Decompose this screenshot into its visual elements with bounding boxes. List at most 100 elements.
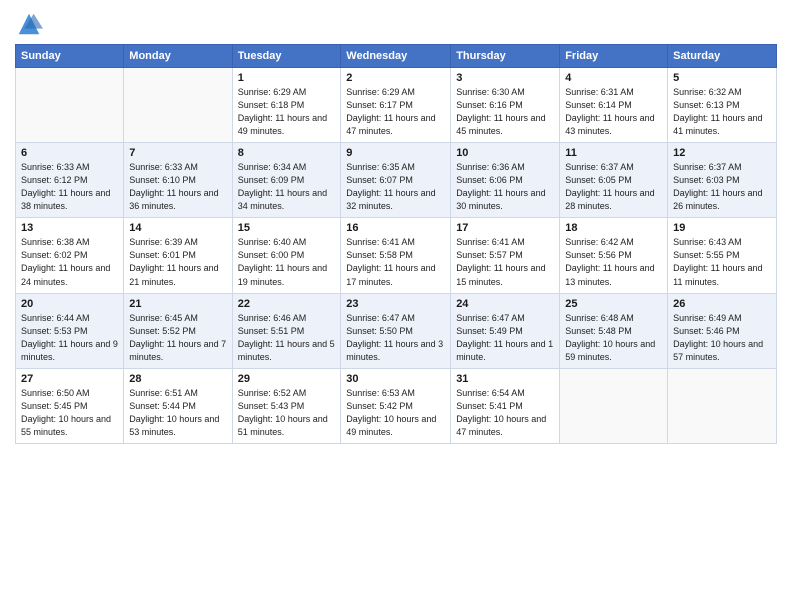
calendar-cell: 22 Sunrise: 6:46 AM Sunset: 5:51 PM Dayli…: [232, 293, 341, 368]
weekday-header-wednesday: Wednesday: [341, 45, 451, 68]
calendar-cell: 2Sunrise: 6:29 AM Sunset: 6:17 PM Daylig…: [341, 68, 451, 143]
day-number: 25: [565, 298, 662, 310]
day-number: 30: [346, 373, 445, 385]
calendar-cell: [668, 368, 777, 443]
day-detail: Sunrise: 6:37 AM Sunset: 6:05 PM Dayligh…: [565, 161, 662, 213]
calendar-cell: 29 Sunrise: 6:52 AM Sunset: 5:43 PM Dayli…: [232, 368, 341, 443]
day-number: 21: [129, 298, 226, 310]
calendar-cell: [560, 368, 668, 443]
day-detail: Sunrise: 6:42 AM Sunset: 5:56 PM Dayligh…: [565, 236, 662, 288]
calendar-cell: 31Sunrise: 6:54 AM Sunset: 5:41 PM Dayli…: [451, 368, 560, 443]
day-detail: Sunrise: 6:50 AM Sunset: 5:45 PM Dayligh…: [21, 387, 118, 439]
calendar-cell: 14Sunrise: 6:39 AM Sunset: 6:01 PM Dayli…: [124, 218, 232, 293]
day-detail: Sunrise: 6:44 AM Sunset: 5:53 PM Dayligh…: [21, 312, 118, 364]
day-number: 1: [238, 72, 336, 84]
day-number: 3: [456, 72, 554, 84]
calendar-week-3: 13Sunrise: 6:38 AM Sunset: 6:02 PM Dayli…: [16, 218, 777, 293]
calendar-cell: 10Sunrise: 6:36 AM Sunset: 6:06 PM Dayli…: [451, 143, 560, 218]
calendar-cell: 21 Sunrise: 6:45 AM Sunset: 5:52 PM Dayli…: [124, 293, 232, 368]
day-number: 14: [129, 222, 226, 234]
calendar-week-5: 27 Sunrise: 6:50 AM Sunset: 5:45 PM Dayli…: [16, 368, 777, 443]
day-number: 6: [21, 147, 118, 159]
day-number: 26: [673, 298, 771, 310]
calendar-cell: 7 Sunrise: 6:33 AM Sunset: 6:10 PM Daylig…: [124, 143, 232, 218]
calendar-cell: 6 Sunrise: 6:33 AM Sunset: 6:12 PM Daylig…: [16, 143, 124, 218]
calendar-cell: 3Sunrise: 6:30 AM Sunset: 6:16 PM Daylig…: [451, 68, 560, 143]
calendar-cell: 11 Sunrise: 6:37 AM Sunset: 6:05 PM Dayli…: [560, 143, 668, 218]
day-detail: Sunrise: 6:46 AM Sunset: 5:51 PM Dayligh…: [238, 312, 336, 364]
calendar-cell: 19 Sunrise: 6:43 AM Sunset: 5:55 PM Dayli…: [668, 218, 777, 293]
day-number: 24: [456, 298, 554, 310]
day-number: 12: [673, 147, 771, 159]
day-number: 15: [238, 222, 336, 234]
day-detail: Sunrise: 6:41 AM Sunset: 5:58 PM Dayligh…: [346, 236, 445, 288]
weekday-header-thursday: Thursday: [451, 45, 560, 68]
calendar-cell: 8 Sunrise: 6:34 AM Sunset: 6:09 PM Daylig…: [232, 143, 341, 218]
weekday-header-saturday: Saturday: [668, 45, 777, 68]
day-number: 18: [565, 222, 662, 234]
day-detail: Sunrise: 6:35 AM Sunset: 6:07 PM Dayligh…: [346, 161, 445, 213]
day-detail: Sunrise: 6:51 AM Sunset: 5:44 PM Dayligh…: [129, 387, 226, 439]
calendar-cell: 25 Sunrise: 6:48 AM Sunset: 5:48 PM Dayli…: [560, 293, 668, 368]
calendar-cell: 16Sunrise: 6:41 AM Sunset: 5:58 PM Dayli…: [341, 218, 451, 293]
calendar-cell: 13Sunrise: 6:38 AM Sunset: 6:02 PM Dayli…: [16, 218, 124, 293]
calendar-body: 1Sunrise: 6:29 AM Sunset: 6:18 PM Daylig…: [16, 68, 777, 444]
day-detail: Sunrise: 6:41 AM Sunset: 5:57 PM Dayligh…: [456, 236, 554, 288]
logo: [15, 10, 47, 38]
calendar-cell: 24 Sunrise: 6:47 AM Sunset: 5:49 PM Dayli…: [451, 293, 560, 368]
header: [15, 10, 777, 38]
day-detail: Sunrise: 6:54 AM Sunset: 5:41 PM Dayligh…: [456, 387, 554, 439]
day-number: 29: [238, 373, 336, 385]
calendar-cell: 17 Sunrise: 6:41 AM Sunset: 5:57 PM Dayli…: [451, 218, 560, 293]
day-detail: Sunrise: 6:31 AM Sunset: 6:14 PM Dayligh…: [565, 86, 662, 138]
day-detail: Sunrise: 6:32 AM Sunset: 6:13 PM Dayligh…: [673, 86, 771, 138]
day-number: 19: [673, 222, 771, 234]
day-detail: Sunrise: 6:33 AM Sunset: 6:12 PM Dayligh…: [21, 161, 118, 213]
day-detail: Sunrise: 6:48 AM Sunset: 5:48 PM Dayligh…: [565, 312, 662, 364]
calendar-cell: 5 Sunrise: 6:32 AM Sunset: 6:13 PM Daylig…: [668, 68, 777, 143]
day-detail: Sunrise: 6:37 AM Sunset: 6:03 PM Dayligh…: [673, 161, 771, 213]
day-detail: Sunrise: 6:47 AM Sunset: 5:50 PM Dayligh…: [346, 312, 445, 364]
day-number: 11: [565, 147, 662, 159]
day-number: 9: [346, 147, 445, 159]
day-number: 22: [238, 298, 336, 310]
day-number: 27: [21, 373, 118, 385]
calendar-cell: 28 Sunrise: 6:51 AM Sunset: 5:44 PM Dayli…: [124, 368, 232, 443]
day-number: 28: [129, 373, 226, 385]
day-detail: Sunrise: 6:47 AM Sunset: 5:49 PM Dayligh…: [456, 312, 554, 364]
day-detail: Sunrise: 6:29 AM Sunset: 6:17 PM Dayligh…: [346, 86, 445, 138]
day-detail: Sunrise: 6:45 AM Sunset: 5:52 PM Dayligh…: [129, 312, 226, 364]
calendar-week-2: 6 Sunrise: 6:33 AM Sunset: 6:12 PM Daylig…: [16, 143, 777, 218]
day-detail: Sunrise: 6:53 AM Sunset: 5:42 PM Dayligh…: [346, 387, 445, 439]
calendar-week-4: 20 Sunrise: 6:44 AM Sunset: 5:53 PM Dayli…: [16, 293, 777, 368]
day-number: 17: [456, 222, 554, 234]
weekday-header-row: SundayMondayTuesdayWednesdayThursdayFrid…: [16, 45, 777, 68]
day-number: 8: [238, 147, 336, 159]
day-detail: Sunrise: 6:52 AM Sunset: 5:43 PM Dayligh…: [238, 387, 336, 439]
calendar-cell: [16, 68, 124, 143]
logo-icon: [15, 10, 43, 38]
day-number: 4: [565, 72, 662, 84]
day-number: 7: [129, 147, 226, 159]
calendar-cell: 20 Sunrise: 6:44 AM Sunset: 5:53 PM Dayli…: [16, 293, 124, 368]
calendar-cell: 27 Sunrise: 6:50 AM Sunset: 5:45 PM Dayli…: [16, 368, 124, 443]
day-detail: Sunrise: 6:34 AM Sunset: 6:09 PM Dayligh…: [238, 161, 336, 213]
calendar-cell: 1Sunrise: 6:29 AM Sunset: 6:18 PM Daylig…: [232, 68, 341, 143]
day-number: 10: [456, 147, 554, 159]
weekday-header-friday: Friday: [560, 45, 668, 68]
calendar-week-1: 1Sunrise: 6:29 AM Sunset: 6:18 PM Daylig…: [16, 68, 777, 143]
weekday-header-sunday: Sunday: [16, 45, 124, 68]
day-number: 23: [346, 298, 445, 310]
calendar-cell: 15Sunrise: 6:40 AM Sunset: 6:00 PM Dayli…: [232, 218, 341, 293]
day-detail: Sunrise: 6:49 AM Sunset: 5:46 PM Dayligh…: [673, 312, 771, 364]
day-number: 5: [673, 72, 771, 84]
calendar-cell: 9 Sunrise: 6:35 AM Sunset: 6:07 PM Daylig…: [341, 143, 451, 218]
day-detail: Sunrise: 6:33 AM Sunset: 6:10 PM Dayligh…: [129, 161, 226, 213]
day-number: 20: [21, 298, 118, 310]
day-detail: Sunrise: 6:43 AM Sunset: 5:55 PM Dayligh…: [673, 236, 771, 288]
calendar-cell: 30 Sunrise: 6:53 AM Sunset: 5:42 PM Dayli…: [341, 368, 451, 443]
calendar-cell: 4 Sunrise: 6:31 AM Sunset: 6:14 PM Daylig…: [560, 68, 668, 143]
calendar-cell: [124, 68, 232, 143]
calendar-cell: 26 Sunrise: 6:49 AM Sunset: 5:46 PM Dayli…: [668, 293, 777, 368]
weekday-header-tuesday: Tuesday: [232, 45, 341, 68]
